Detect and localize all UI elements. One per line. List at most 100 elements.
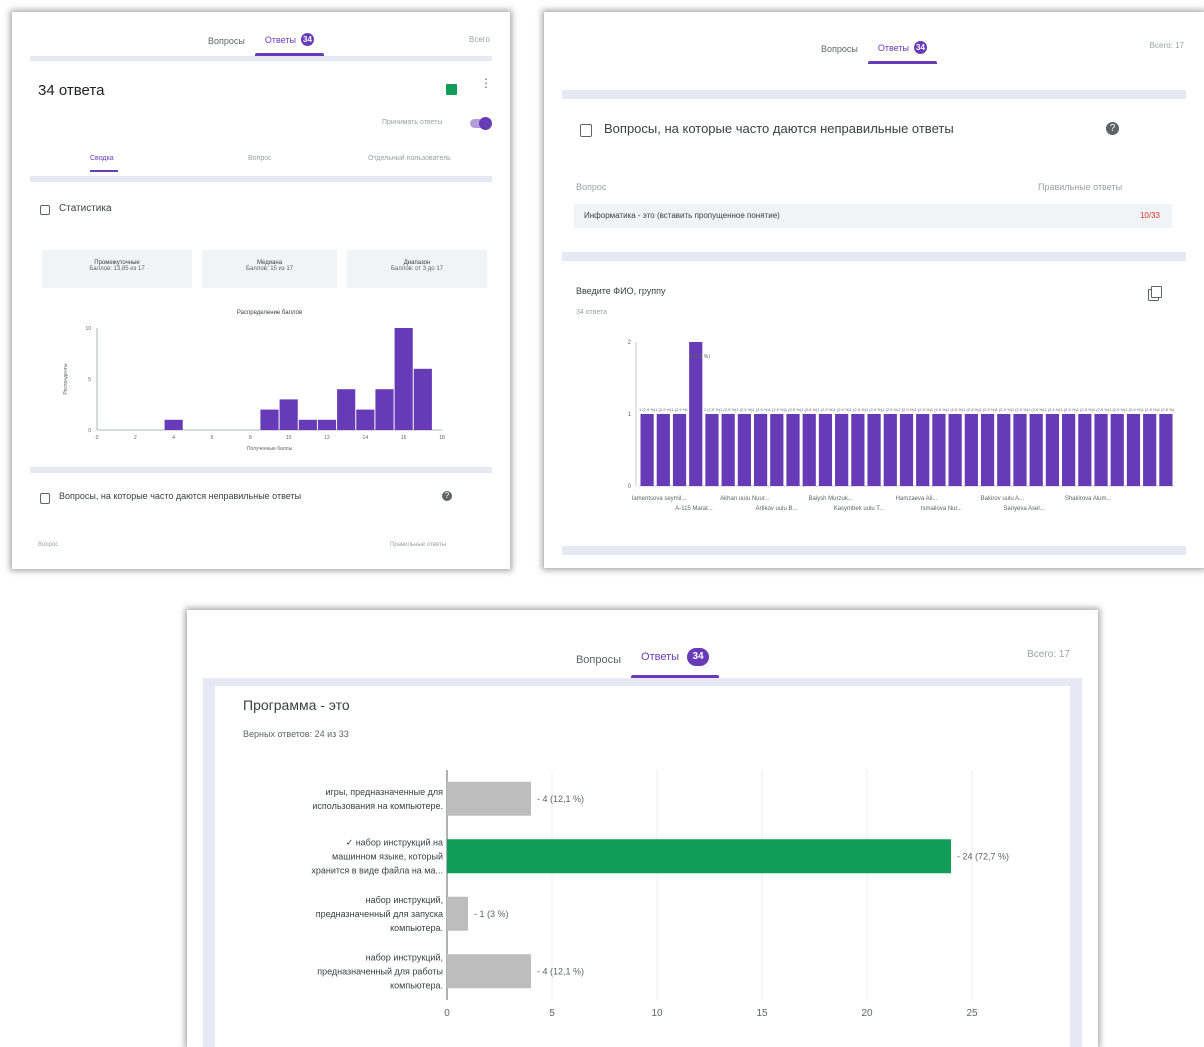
accept-responses-label: Принимать ответы <box>382 119 443 126</box>
screenshot-wrong-answers: Вопросы Ответы 34 Всего: 17 Вопросы, на к… <box>544 12 1204 568</box>
answers-count-badge: 34 <box>300 33 314 46</box>
toggle-knob <box>479 117 492 130</box>
x-tick-label: 10 <box>651 1008 663 1019</box>
y-tick-label: 2 <box>628 340 632 346</box>
response-bar <box>786 414 800 486</box>
answer-bar <box>447 954 531 989</box>
response-bar <box>1110 414 1124 486</box>
x-tick-label: 6 <box>211 435 214 441</box>
bar-value-label: 1 (2,9 %) <box>704 407 721 412</box>
y-tick-label: 5 <box>88 377 91 383</box>
subtab-individual[interactable]: Отдельный пользователь <box>368 155 451 162</box>
y-tick-label: 10 <box>85 326 91 332</box>
response-bar <box>835 414 849 486</box>
response-bar <box>916 414 930 486</box>
histogram-bar <box>394 328 413 430</box>
x-axis-label: Полученные баллы <box>247 446 293 452</box>
bar-value-label: 1 (2,9 %) <box>834 407 851 412</box>
bar-value-label: 1 (2,9 %) <box>931 407 948 412</box>
category-label: машинном языке, который <box>332 851 443 861</box>
subtab-summary[interactable]: Сводка <box>90 155 114 162</box>
answer-distribution-chart: 0 5 10 15 20 25 - 4 (12,1 %) игры, предназначен… <box>311 770 1009 1019</box>
score-distribution-chart: Распределение баллов 0 2 4 6 8 10 12 14 16 18 0 5 10 П… <box>63 310 445 452</box>
tab-answers[interactable]: Ответы 34 <box>867 41 938 64</box>
bar-value-label: - 4 (12,1 %) <box>537 794 584 804</box>
stat-card-average: Промежуточные Баллов: 13,85 из 17 <box>42 250 192 288</box>
name-label: Kasymbek uulu T... <box>834 506 885 512</box>
category-label: набор инструкций, <box>366 895 443 905</box>
response-bar <box>640 414 654 486</box>
answer-bar <box>447 896 468 931</box>
category-label: использования на компьютере. <box>312 801 443 811</box>
x-tick-label: 14 <box>363 435 369 441</box>
help-icon[interactable]: ? <box>1106 122 1119 135</box>
category-label: игры, предназначенные для <box>326 787 444 797</box>
x-tick-label: 18 <box>439 435 445 441</box>
wrong-answers-row[interactable]: Информатика - это (вставить пропущенное … <box>574 204 1172 228</box>
x-tick-label: 0 <box>444 1008 450 1019</box>
response-bar <box>1159 414 1173 486</box>
response-bar <box>997 414 1011 486</box>
copy-icon[interactable] <box>1148 286 1162 301</box>
total-score: Всего: 17 <box>1149 41 1184 50</box>
x-tick-label: 12 <box>324 435 330 441</box>
divider <box>30 467 492 473</box>
wrong-answers-title: Вопросы, на которые часто даются неправи… <box>59 491 302 501</box>
name-label: Ismailova Nur... <box>921 506 963 512</box>
bar-value-label: 1 (2,9 %) <box>1093 407 1110 412</box>
correct-summary: Верных ответов: 24 из 33 <box>243 729 349 739</box>
name-label: Shakirova Alum... <box>1065 496 1112 502</box>
total-score: Всего: 17 <box>1027 649 1070 660</box>
divider <box>30 176 492 182</box>
response-bar <box>851 414 865 486</box>
tab-questions[interactable]: Вопросы <box>566 654 631 678</box>
stat-value: Баллов: от 3 до 17 <box>390 266 443 272</box>
response-bar <box>721 414 735 486</box>
name-label: Baiysh Murzuk... <box>808 496 853 502</box>
bar-value-label: 1 (2,9 %) <box>947 407 964 412</box>
histogram-bar <box>279 399 298 430</box>
question-column-header: Вопрос <box>576 182 607 192</box>
stat-value: Баллов: 15 из 17 <box>246 266 293 272</box>
tab-questions[interactable]: Вопросы <box>811 44 868 64</box>
bar-value-label: 1 (2,9 %) <box>785 407 802 412</box>
tab-answers[interactable]: Ответы 34 <box>254 33 325 56</box>
stats-icon <box>40 205 50 215</box>
histogram-bar <box>164 419 183 430</box>
histogram-bar <box>298 419 317 430</box>
bar-value-label: 1 (2,9 %) <box>1158 407 1175 412</box>
response-bar <box>899 414 914 486</box>
more-options-icon[interactable]: ⋮ <box>480 77 492 89</box>
response-bar <box>883 414 897 486</box>
bar-value-label: - 4 (12,1 %) <box>537 966 584 976</box>
name-label: Sariyeva Asel... <box>1003 506 1045 512</box>
name-label: Akhan uulu Nuur... <box>720 496 770 502</box>
x-tick-label: 16 <box>401 435 407 441</box>
bar-value-label: 1 (2,9 %) <box>882 407 899 412</box>
card-response-count: 34 ответа <box>576 309 607 316</box>
name-label: A-115 Marat... <box>675 506 713 512</box>
tab-questions[interactable]: Вопросы <box>198 36 255 56</box>
accept-responses-toggle[interactable] <box>470 117 492 130</box>
x-tick-label: 5 <box>549 1008 555 1019</box>
response-bar <box>964 414 978 486</box>
bar-value-label: - 24 (72,7 %) <box>957 851 1009 861</box>
histogram-bar <box>337 389 356 430</box>
help-icon[interactable]: ? <box>442 491 452 501</box>
subtab-question[interactable]: Вопрос <box>248 155 272 162</box>
bar-value-label: 1 (2,9 %) <box>850 407 867 412</box>
tab-answers[interactable]: Ответы 34 <box>631 648 720 678</box>
divider <box>30 56 492 61</box>
bar-value-label: 1 (2,9 %) <box>915 407 932 412</box>
x-tick-label: 10 <box>286 435 292 441</box>
name-label: Bakirov uulu A... <box>981 496 1025 502</box>
name-label: Iamentsova seymil... <box>632 496 687 502</box>
top-tabs: Вопросы Ответы 34 Всего: 17 <box>187 610 1098 678</box>
bar-value-label: 1 (2,9 %) <box>671 407 688 412</box>
sheets-icon[interactable] <box>446 84 457 95</box>
x-tick-label: 2 <box>134 435 137 441</box>
bar-value-label: 1 (2,9 %) <box>866 407 883 412</box>
histogram-bar <box>317 419 337 430</box>
stat-value: Баллов: 13,85 из 17 <box>89 266 145 272</box>
bar-value-label: 1 (2,9 %) <box>1061 407 1078 412</box>
